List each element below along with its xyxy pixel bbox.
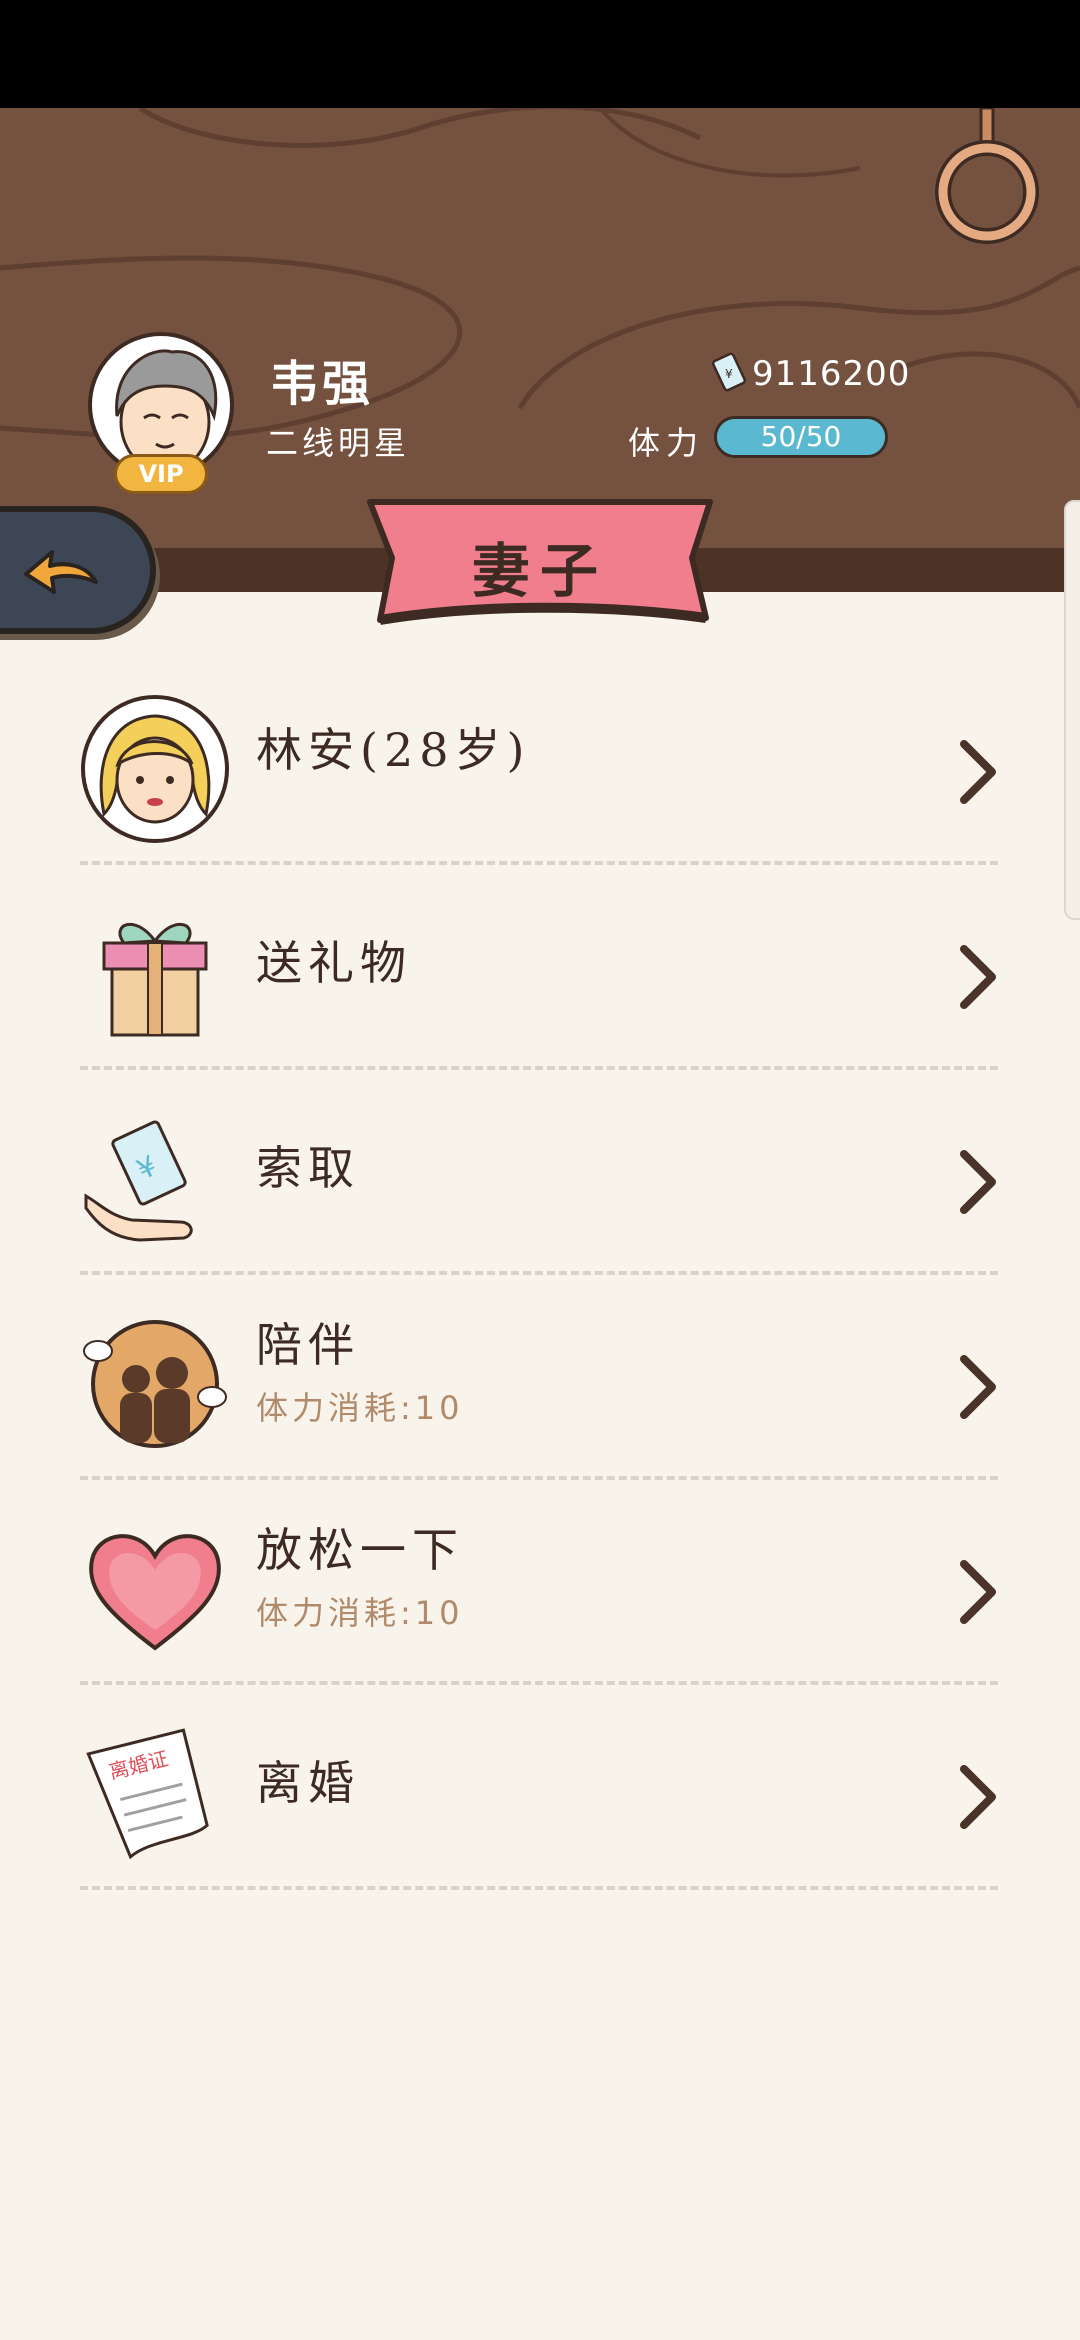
menu-item-label: 索取 <box>256 1141 360 1195</box>
menu-item-label: 陪伴 <box>256 1318 360 1372</box>
player-rank-title: 二线明星 <box>266 424 411 462</box>
vip-badge: VIP <box>114 454 208 494</box>
divorce-certificate-icon: 离婚证 <box>86 1728 209 1860</box>
menu-item-request-money[interactable]: ¥ 索取 <box>80 1070 998 1275</box>
menu-item-relax[interactable]: 放松一下 体力消耗:10 <box>80 1480 998 1685</box>
stamina-cost-label: 体力消耗:10 <box>256 1389 464 1427</box>
chevron-right-icon <box>960 1355 996 1419</box>
stamina-cost-label: 体力消耗:10 <box>256 1594 464 1632</box>
menu-item-label: 放松一下 <box>256 1523 464 1577</box>
gift-icon <box>102 922 208 1037</box>
menu-item-wife-profile[interactable]: 林安(28岁) <box>80 660 998 865</box>
couple-icon <box>83 1320 227 1448</box>
chevron-right-icon <box>960 1150 996 1214</box>
wife-portrait-icon <box>81 695 229 843</box>
heart-icon <box>89 1534 221 1651</box>
chevron-right-icon <box>960 1560 996 1624</box>
stamina-bar: 50/50 <box>714 416 888 458</box>
menu-item-give-gift[interactable]: 送礼物 <box>80 865 998 1070</box>
svg-text:¥: ¥ <box>725 367 733 381</box>
menu-item-divorce[interactable]: 离婚证 离婚 <box>80 1685 998 1890</box>
status-bar <box>0 0 1080 108</box>
back-button[interactable] <box>0 506 156 634</box>
hanging-ring-icon <box>935 108 1039 244</box>
player-name: 韦强 <box>270 356 375 412</box>
menu-item-label: 林安(28岁) <box>256 723 531 777</box>
stamina-label: 体力 <box>628 424 705 462</box>
chevron-right-icon <box>960 1765 996 1829</box>
stamina-value: 50/50 <box>760 420 842 453</box>
menu-item-accompany[interactable]: 陪伴 体力消耗:10 <box>80 1275 998 1480</box>
menu-item-label: 送礼物 <box>256 936 412 990</box>
wife-action-menu: 林安(28岁) 送礼物 ¥ 索取 陪伴 体力消耗:10 放松一下 体力消耗:10… <box>80 660 998 1890</box>
chevron-right-icon <box>960 740 996 804</box>
menu-item-label: 离婚 <box>256 1756 360 1810</box>
money-hand-icon: ¥ <box>84 1120 193 1242</box>
side-edge-tab[interactable] <box>1064 500 1080 920</box>
page-title: 妻子 <box>471 537 608 605</box>
back-arrow-icon <box>24 550 98 594</box>
banknote-icon: ¥ <box>712 352 746 392</box>
chevron-right-icon <box>960 945 996 1009</box>
money-amount: 9116200 <box>752 354 911 394</box>
